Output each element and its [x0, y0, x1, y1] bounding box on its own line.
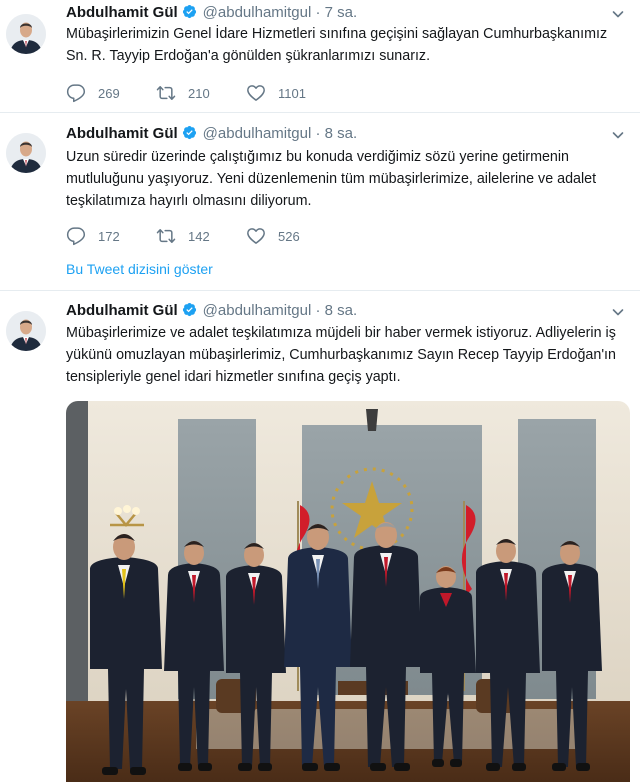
author-handle[interactable]: @abdulhamitgul — [203, 125, 312, 142]
reply-button[interactable]: 172 — [66, 225, 120, 247]
tweet[interactable]: Abdulhamit Gül @abdulhamitgul · 7 sa. Müb… — [0, 0, 640, 112]
verified-badge-icon — [182, 302, 197, 317]
tweet-photo[interactable] — [66, 401, 630, 782]
author-name[interactable]: Abdulhamit Gül — [66, 302, 178, 319]
reply-button[interactable]: 269 — [66, 82, 120, 104]
avatar[interactable] — [6, 311, 46, 351]
tweet-timestamp[interactable]: 7 sa. — [325, 4, 358, 21]
group-photo-image — [66, 401, 630, 782]
chevron-down-icon[interactable] — [610, 127, 626, 143]
reply-count: 172 — [98, 228, 120, 244]
retweet-button[interactable]: 142 — [156, 225, 210, 247]
avatar[interactable] — [6, 133, 46, 173]
chevron-down-icon[interactable] — [610, 6, 626, 22]
tweet-text: Uzun süredir üzerinde çalıştığımız bu ko… — [66, 149, 597, 209]
show-thread-link[interactable]: Bu Tweet dizisini göster — [66, 261, 213, 277]
retweet-count: 142 — [188, 228, 210, 244]
avatar[interactable] — [6, 14, 46, 54]
retweet-count: 210 — [188, 85, 210, 101]
verified-badge-icon — [182, 4, 197, 19]
separator-dot: · — [315, 302, 321, 319]
retweet-icon — [156, 83, 176, 103]
tweet-header: Abdulhamit Gül @abdulhamitgul · 8 sa. — [66, 302, 357, 320]
reply-icon — [66, 226, 86, 246]
tweet-header: Abdulhamit Gül @abdulhamitgul · 8 sa. — [66, 125, 357, 143]
like-count: 1101 — [278, 85, 306, 101]
tweet-text: Mübaşirlerimizin Genel İdare Hizmetleri … — [66, 26, 608, 64]
reply-icon — [66, 83, 86, 103]
author-name[interactable]: Abdulhamit Gül — [66, 4, 178, 21]
author-handle[interactable]: @abdulhamitgul — [203, 4, 312, 21]
retweet-icon — [156, 226, 176, 246]
heart-icon — [246, 83, 266, 103]
like-count: 526 — [278, 228, 300, 244]
separator-dot: · — [315, 4, 321, 21]
like-button[interactable]: 526 — [246, 225, 300, 247]
retweet-button[interactable]: 210 — [156, 82, 210, 104]
heart-icon — [246, 226, 266, 246]
tweet-header: Abdulhamit Gül @abdulhamitgul · 7 sa. — [66, 4, 357, 22]
tweet-timestamp[interactable]: 8 sa. — [325, 302, 358, 319]
chevron-down-icon[interactable] — [610, 304, 626, 320]
reply-count: 269 — [98, 85, 120, 101]
tweet-timestamp[interactable]: 8 sa. — [325, 125, 358, 142]
separator-dot: · — [315, 125, 321, 142]
like-button[interactable]: 1101 — [246, 82, 306, 104]
author-name[interactable]: Abdulhamit Gül — [66, 125, 178, 142]
author-handle[interactable]: @abdulhamitgul — [203, 302, 312, 319]
verified-badge-icon — [182, 125, 197, 140]
tweet-text: Mübaşirlerimize ve adalet teşkilatımıza … — [66, 325, 616, 385]
tweet[interactable]: Abdulhamit Gül @abdulhamitgul · 8 sa. Uzu… — [0, 113, 640, 290]
